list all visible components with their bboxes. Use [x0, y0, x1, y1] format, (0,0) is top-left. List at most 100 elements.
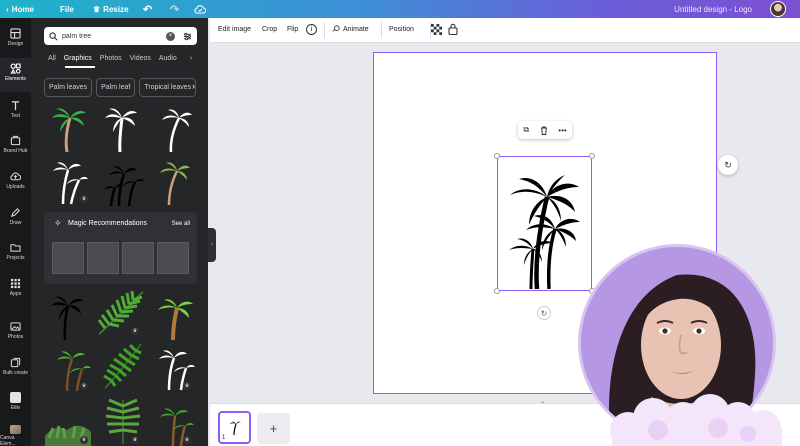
graphic-tile[interactable] [99, 340, 147, 392]
rail-design[interactable]: Design [0, 24, 31, 56]
crown-icon: ♛ [80, 195, 88, 203]
recommendation-placeholder[interactable] [157, 242, 189, 274]
flip-button[interactable]: Flip [287, 26, 298, 33]
graphic-tile[interactable] [155, 155, 195, 207]
chevron-left-icon: ‹ [6, 4, 9, 14]
recommendation-placeholder[interactable] [122, 242, 154, 274]
graphic-tile[interactable] [45, 290, 87, 342]
rail-brand-hub[interactable]: Brand Hub [0, 131, 31, 163]
search-icon [49, 31, 58, 40]
search-box[interactable]: × [44, 27, 197, 45]
tab-photos[interactable]: Photos [100, 55, 122, 62]
magic-title: Magic Recommendations [68, 220, 147, 227]
tab-graphics[interactable]: Graphics [64, 55, 92, 62]
resize-handle[interactable] [494, 288, 500, 294]
bulk-icon [10, 357, 21, 368]
suggestion-chips: Palm leaves Palm leaf Tropical leaves [44, 78, 197, 97]
crown-icon: ♛ [80, 436, 88, 444]
refresh-icon[interactable]: ↻ [718, 155, 738, 175]
trash-icon[interactable] [540, 126, 548, 135]
position-button[interactable]: Position [389, 26, 414, 33]
chip-tropical-leaves[interactable]: Tropical leaves [139, 78, 197, 97]
rail-elile[interactable]: Elile [0, 389, 31, 421]
search-input[interactable] [62, 32, 166, 40]
pen-icon [11, 208, 20, 217]
element-floating-toolbar: ⧉ ••• [518, 121, 572, 139]
chip-palm-leaf[interactable]: Palm leaf [96, 78, 136, 97]
rotate-icon[interactable]: ↻ [537, 306, 551, 320]
crop-button[interactable]: Crop [262, 26, 277, 33]
elements-panel: × All Graphics Photos Videos Audio › Pal… [31, 18, 208, 446]
animate-icon [332, 25, 340, 32]
image-icon [10, 322, 21, 331]
edit-image-button[interactable]: Edit image [218, 26, 251, 33]
selection-box [497, 156, 592, 291]
folder-icon [10, 244, 21, 252]
file-menu[interactable]: File [60, 0, 74, 18]
brand-icon [10, 135, 21, 146]
magic-recommendations: ✧ Magic Recommendations See all [44, 212, 197, 284]
resize-button[interactable]: ♛ Resize [93, 0, 129, 18]
context-toolbar: Edit image Crop Flip i Animate Position [210, 18, 800, 43]
app-icon [10, 425, 21, 434]
collapse-panel-handle[interactable]: ‹ [208, 228, 216, 262]
left-rail: Design Elements Text Brand Hub Uploads D… [0, 18, 31, 446]
panel-tabs: All Graphics Photos Videos Audio [48, 55, 185, 62]
rail-bulk-create[interactable]: Bulk create [0, 353, 31, 385]
filter-icon[interactable] [183, 32, 192, 41]
undo-icon[interactable]: ↶ [143, 0, 152, 18]
rail-draw[interactable]: Draw [0, 203, 31, 235]
add-page-button[interactable]: + [257, 413, 290, 444]
cloud-upload-icon [10, 172, 21, 181]
app-icon [10, 392, 21, 403]
clear-search-icon[interactable]: × [166, 31, 175, 41]
cloud-decoration [610, 394, 782, 446]
graphic-tile[interactable] [99, 156, 145, 208]
rail-text[interactable]: Text [0, 96, 31, 128]
active-tab-indicator [65, 66, 95, 68]
resize-handle[interactable] [589, 153, 595, 159]
tabs-next-icon[interactable]: › [190, 55, 192, 62]
rail-canva-elements[interactable]: Canva Elem... [0, 423, 31, 446]
rail-projects[interactable]: Projects [0, 238, 31, 270]
graphic-tile[interactable] [151, 290, 197, 342]
redo-icon[interactable]: ↷ [170, 0, 179, 18]
page-number: 1 [222, 435, 226, 441]
crown-icon: ♛ [80, 382, 88, 390]
chip-palm-leaves[interactable]: Palm leaves [44, 78, 93, 97]
tab-all[interactable]: All [48, 55, 56, 62]
tab-audio[interactable]: Audio [159, 55, 177, 62]
lock-icon[interactable] [448, 23, 458, 35]
cloud-saved-icon[interactable] [194, 0, 206, 18]
transparency-icon[interactable] [431, 24, 442, 35]
graphic-tile[interactable] [153, 104, 193, 154]
chips-next-icon[interactable]: › [192, 81, 195, 91]
tab-videos[interactable]: Videos [130, 55, 151, 62]
divider [324, 22, 325, 38]
see-all-link[interactable]: See all [172, 221, 190, 227]
graphic-tile[interactable] [101, 104, 141, 154]
graphic-tile[interactable] [45, 104, 87, 154]
rail-apps[interactable]: Apps [0, 274, 31, 306]
more-options-icon[interactable]: ••• [558, 126, 566, 135]
info-icon[interactable]: i [306, 24, 317, 35]
recommendation-placeholder[interactable] [87, 242, 119, 274]
resize-handle[interactable] [494, 153, 500, 159]
chevron-down-icon[interactable]: ⌄ [540, 398, 545, 405]
crown-icon: ♛ [93, 4, 101, 14]
duplicate-icon[interactable]: ⧉ [523, 125, 529, 135]
crown-icon: ♛ [183, 436, 191, 444]
graphic-tile[interactable] [95, 288, 147, 338]
rail-photos[interactable]: Photos [0, 317, 31, 349]
animate-button[interactable]: Animate [332, 25, 369, 33]
rail-elements[interactable]: Elements [0, 58, 31, 92]
divider [381, 22, 382, 38]
apps-grid-icon [10, 278, 21, 289]
recommendation-placeholder[interactable] [52, 242, 84, 274]
graphic-tile[interactable] [99, 394, 147, 446]
home-button[interactable]: ‹ Home [6, 0, 34, 18]
crown-icon: ♛ [183, 382, 191, 390]
avatar[interactable] [770, 1, 786, 17]
rail-uploads[interactable]: Uploads [0, 167, 31, 199]
document-title[interactable]: Untitled design - Logo [674, 0, 752, 18]
